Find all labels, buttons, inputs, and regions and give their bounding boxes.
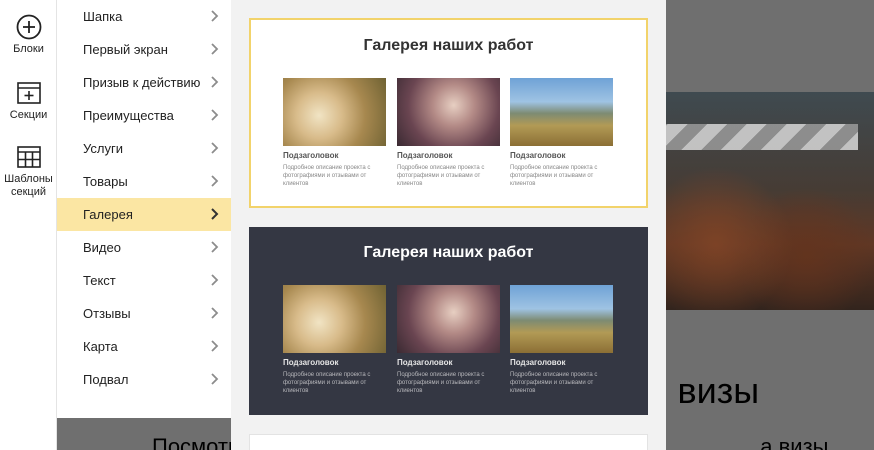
category-item-call-to-action[interactable]: Призыв к действию (57, 66, 231, 99)
left-toolbar: Блоки Секции Шаблоны секций (0, 0, 57, 450)
gallery-thumbnail (397, 78, 500, 146)
gallery-thumbnail (510, 285, 613, 353)
category-label: Товары (83, 174, 128, 189)
chevron-right-icon (211, 274, 219, 286)
category-label: Подвал (83, 372, 129, 387)
section-add-icon (16, 82, 41, 104)
gallery-item-title: Подзаголовок (283, 151, 339, 160)
chevron-right-icon (211, 208, 219, 220)
category-item-services[interactable]: Услуги (57, 132, 231, 165)
gallery-thumbnail (510, 78, 613, 146)
gallery-item: Подзаголовок Подробное описание проекта … (510, 78, 613, 188)
chevron-right-icon (211, 307, 219, 319)
gallery-item: Подзаголовок Подробное описание проекта … (283, 285, 386, 395)
gallery-item: Подзаголовок Подробное описание проекта … (397, 285, 500, 395)
category-label: Видео (83, 240, 121, 255)
category-item-first-screen[interactable]: Первый экран (57, 33, 231, 66)
category-item-map[interactable]: Карта (57, 330, 231, 363)
category-item-reviews[interactable]: Отзывы (57, 297, 231, 330)
chevron-right-icon (211, 43, 219, 55)
category-item-gallery[interactable]: Галерея (57, 198, 231, 231)
chevron-right-icon (211, 340, 219, 352)
toolbar-templates-label: Шаблоны секций (4, 173, 53, 198)
gallery-item-title: Подзаголовок (510, 151, 566, 160)
gallery-item-description: Подробное описание проекта с фотографиям… (397, 165, 485, 187)
gallery-template-dark[interactable]: Галерея наших работ Подзаголовок Подробн… (249, 227, 648, 415)
category-label: Карта (83, 339, 118, 354)
gallery-item-description: Подробное описание проекта с фотографиям… (397, 372, 485, 394)
background-subtitle-right: а визы (760, 436, 829, 450)
category-label: Услуги (83, 141, 123, 156)
chevron-right-icon (211, 10, 219, 22)
template-title: Галерея наших работ (363, 37, 534, 54)
chevron-right-icon (211, 142, 219, 154)
toolbar-sections-button[interactable]: Секции (0, 80, 57, 128)
gallery-item-title: Подзаголовок (397, 358, 453, 367)
chevron-right-icon (211, 76, 219, 88)
toolbar-templates-button[interactable]: Шаблоны секций (0, 144, 57, 208)
category-label: Первый экран (83, 42, 168, 57)
plus-circle-icon (16, 14, 41, 40)
category-label: Призыв к действию (83, 75, 201, 90)
category-label: Шапка (83, 9, 123, 24)
gallery-item-description: Подробное описание проекта с фотографиям… (283, 372, 371, 394)
gallery-thumbnail (283, 285, 386, 353)
category-list: Шапка Первый экран Призыв к действию Пре… (57, 0, 231, 418)
category-label: Текст (83, 273, 116, 288)
toolbar-blocks-label: Блоки (13, 43, 44, 55)
gallery-item-title: Подзаголовок (397, 151, 453, 160)
gallery-item: Подзаголовок Подробное описание проекта … (510, 285, 613, 395)
grid-template-icon (16, 146, 41, 168)
background-striped-banner (648, 124, 858, 150)
gallery-item-description: Подробное описание проекта с фотографиям… (510, 372, 598, 394)
gallery-item: Подзаголовок Подробное описание проекта … (397, 78, 500, 188)
background-heading: я визы (648, 370, 760, 411)
category-label: Преимущества (83, 108, 174, 123)
category-item-text[interactable]: Текст (57, 264, 231, 297)
gallery-thumbnail (397, 285, 500, 353)
chevron-right-icon (211, 241, 219, 253)
chevron-right-icon (211, 109, 219, 121)
gallery-template-next[interactable] (249, 434, 648, 450)
gallery-template-light[interactable]: Галерея наших работ Подзаголовок Подробн… (249, 18, 648, 208)
gallery-item-title: Подзаголовок (283, 358, 339, 367)
gallery-item: Подзаголовок Подробное описание проекта … (283, 78, 386, 188)
chevron-right-icon (211, 175, 219, 187)
gallery-item-description: Подробное описание проекта с фотографиям… (283, 165, 371, 187)
category-item-products[interactable]: Товары (57, 165, 231, 198)
toolbar-sections-label: Секции (9, 109, 48, 121)
gallery-item-description: Подробное описание проекта с фотографиям… (510, 165, 598, 187)
category-label: Отзывы (83, 306, 131, 321)
background-subtitle-left: Посмотр (152, 436, 241, 450)
template-preview-panel: Галерея наших работ Подзаголовок Подробн… (231, 0, 666, 450)
category-label: Галерея (83, 207, 133, 222)
category-item-video[interactable]: Видео (57, 231, 231, 264)
template-title: Галерея наших работ (363, 244, 534, 261)
toolbar-blocks-button[interactable]: Блоки (0, 14, 57, 76)
gallery-item-title: Подзаголовок (510, 358, 566, 367)
chevron-right-icon (211, 373, 219, 385)
category-item-header[interactable]: Шапка (57, 0, 231, 33)
category-item-advantages[interactable]: Преимущества (57, 99, 231, 132)
gallery-thumbnail (283, 78, 386, 146)
category-item-footer[interactable]: Подвал (57, 363, 231, 396)
